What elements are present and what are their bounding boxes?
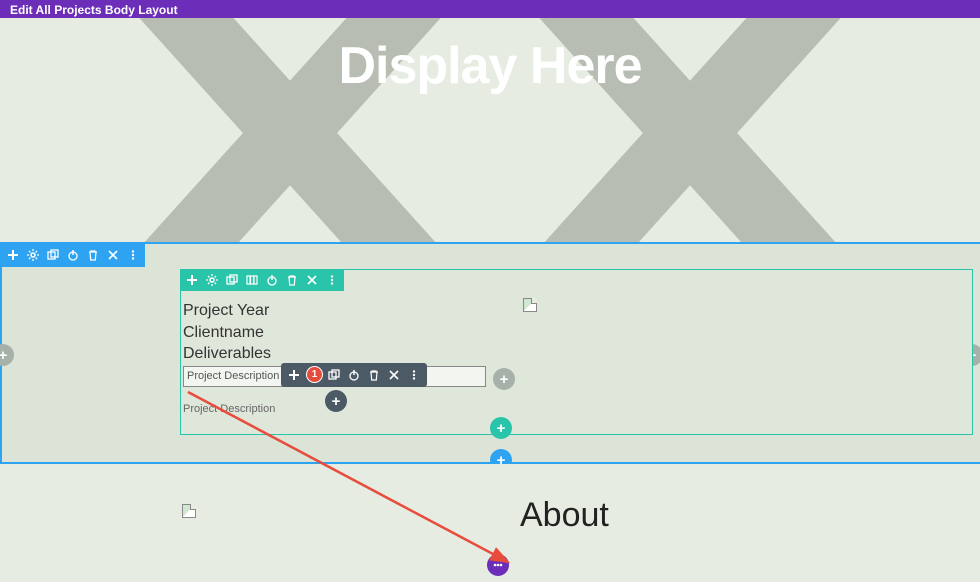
duplicate-icon[interactable] (226, 274, 238, 286)
power-icon[interactable] (348, 369, 360, 381)
gear-icon[interactable] (206, 274, 218, 286)
section-frame[interactable]: + + Project Year Clientname Deliverables… (0, 242, 980, 464)
add-icon[interactable] (7, 249, 19, 261)
gear-icon[interactable] (27, 249, 39, 261)
annotation-badge: 1 (306, 366, 323, 383)
text-line: Clientname (183, 322, 493, 344)
module-label: Project Description (187, 370, 279, 382)
hero-headline: Display Here (0, 36, 980, 96)
more-icon[interactable] (127, 249, 139, 261)
columns-icon[interactable] (246, 274, 258, 286)
add-row-button[interactable]: + (490, 417, 512, 439)
about-heading: About (520, 496, 609, 535)
trash-icon[interactable] (286, 274, 298, 286)
add-column-left-button[interactable]: + (0, 344, 14, 366)
duplicate-icon[interactable] (328, 369, 340, 381)
close-icon[interactable] (107, 249, 119, 261)
row-frame[interactable]: Project Year Clientname Deliverables + P… (180, 269, 973, 435)
text-line: Deliverables (183, 343, 493, 365)
add-section-bottom-button[interactable] (487, 554, 509, 576)
close-icon[interactable] (306, 274, 318, 286)
section-toolbar (1, 243, 145, 267)
more-icon[interactable] (408, 369, 420, 381)
add-icon[interactable] (186, 274, 198, 286)
close-icon[interactable] (388, 369, 400, 381)
broken-image-icon (523, 298, 537, 312)
broken-image-icon (182, 504, 196, 518)
trash-icon[interactable] (87, 249, 99, 261)
column-left: Project Year Clientname Deliverables (183, 300, 493, 365)
topbar-title: Edit All Projects Body Layout (10, 3, 178, 17)
trash-icon[interactable] (368, 369, 380, 381)
row-toolbar (180, 269, 344, 291)
hero-section: Display Here (0, 18, 980, 242)
description-text: Project Description (183, 403, 275, 415)
duplicate-icon[interactable] (47, 249, 59, 261)
power-icon[interactable] (67, 249, 79, 261)
add-column-button[interactable]: + (493, 368, 515, 390)
more-icon[interactable] (326, 274, 338, 286)
text-line: Project Year (183, 300, 493, 322)
add-module-button[interactable]: + (325, 390, 347, 412)
editor-topbar: Edit All Projects Body Layout (0, 0, 980, 18)
column-right (523, 298, 537, 317)
module-toolbar (281, 363, 427, 387)
below-section: About (0, 464, 980, 574)
power-icon[interactable] (266, 274, 278, 286)
add-icon[interactable] (288, 369, 300, 381)
